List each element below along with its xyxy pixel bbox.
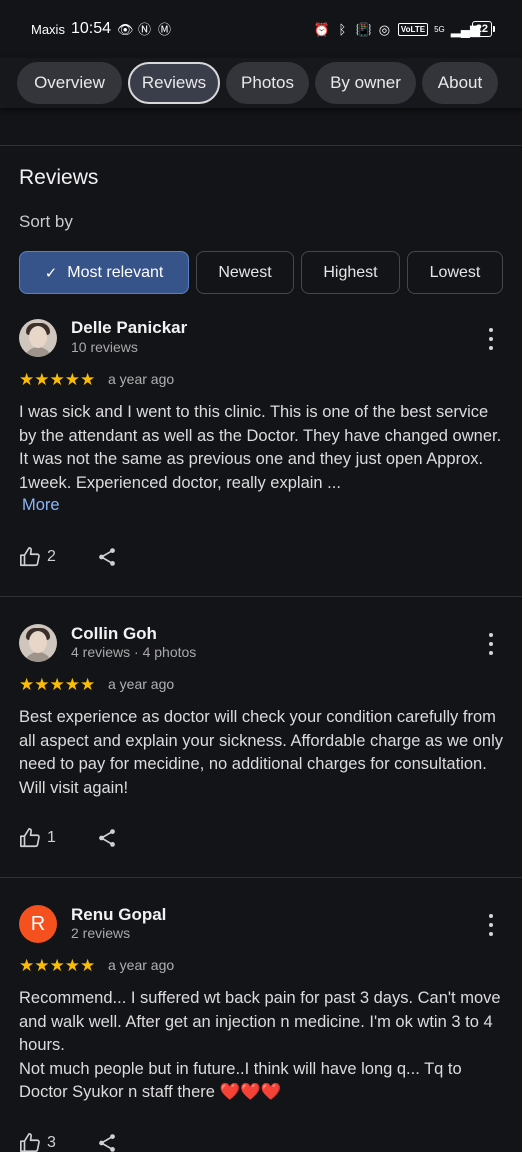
star-rating: ★★★★★: [19, 956, 96, 975]
tab-about[interactable]: About: [422, 62, 498, 104]
tab-reviews[interactable]: Reviews: [128, 62, 220, 104]
clock: 10:54: [70, 20, 111, 37]
reviewer-name[interactable]: Delle Panickar: [71, 318, 187, 338]
thumb-up-icon: [20, 1133, 40, 1152]
thumb-up-icon: [20, 547, 40, 567]
carrier-label: Maxis: [31, 21, 65, 37]
sort-chips: ✓ Most relevant Newest Highest Lowest: [19, 251, 503, 294]
reviewer-meta: 4 reviews · 4 photos: [71, 644, 197, 660]
more-options-icon[interactable]: [486, 914, 496, 936]
more-link[interactable]: More: [22, 496, 60, 515]
heart-emoji: ❤️❤️❤️: [219, 1083, 282, 1102]
signal-icon: ▂▄▆: [450, 21, 480, 37]
nfc-icon: Ⓝ: [137, 21, 151, 37]
sort-by-label: Sort by: [19, 212, 73, 231]
sort-most-relevant-chip[interactable]: ✓ Most relevant: [19, 251, 189, 294]
reviewer-meta: 10 reviews: [71, 339, 138, 355]
network-type: 5G: [434, 24, 445, 34]
tab-by-owner[interactable]: By owner: [315, 62, 416, 104]
check-icon: ✓: [44, 264, 58, 282]
thumb-up-icon: [20, 828, 40, 848]
like-count: 3: [47, 1134, 56, 1151]
review-text: Best experience as doctor will check you…: [19, 708, 503, 797]
sort-highest-chip[interactable]: Highest: [301, 251, 400, 294]
star-rating: ★★★★★: [19, 675, 96, 694]
share-icon[interactable]: [96, 546, 118, 573]
divider: [0, 877, 522, 878]
bluetooth-icon: ᛒ: [338, 21, 347, 37]
avatar[interactable]: [19, 624, 57, 662]
tab-photos[interactable]: Photos: [226, 62, 309, 104]
share-icon[interactable]: [96, 1132, 118, 1152]
divider: [0, 596, 522, 597]
like-button[interactable]: 2: [19, 546, 56, 568]
share-icon[interactable]: [96, 827, 118, 854]
sort-newest-chip[interactable]: Newest: [196, 251, 294, 294]
review-text: I was sick and I went to this clinic. Th…: [19, 403, 502, 492]
hotspot-icon: ◎: [378, 21, 391, 37]
like-button[interactable]: 3: [19, 1132, 56, 1152]
like-count: 1: [47, 829, 56, 846]
star-rating: ★★★★★: [19, 370, 96, 389]
avatar[interactable]: [19, 319, 57, 357]
review-text: Recommend... I suffered wt back pain for…: [19, 987, 509, 1105]
vibrate-icon: 📳: [355, 21, 373, 37]
messenger-icon: Ⓜ: [157, 21, 171, 37]
divider: [0, 145, 522, 146]
more-options-icon[interactable]: [486, 633, 496, 655]
review-date: a year ago: [108, 371, 175, 387]
eye-icon: 👁: [117, 21, 134, 37]
review-date: a year ago: [108, 957, 175, 973]
tab-bar: Overview Reviews Photos By owner About: [0, 58, 522, 108]
battery-indicator: 22: [471, 21, 496, 37]
like-count: 2: [47, 548, 56, 565]
avatar[interactable]: R: [19, 905, 57, 943]
status-bar: Maxis 10:54 👁 Ⓝ Ⓜ ⏰ ᛒ 📳 ◎ VoLTE 5G ▂▄▆ 2…: [0, 0, 522, 58]
sort-lowest-chip[interactable]: Lowest: [407, 251, 503, 294]
more-options-icon[interactable]: [486, 328, 496, 350]
alarm-icon: ⏰: [313, 21, 331, 37]
chip-label: Most relevant: [67, 263, 164, 281]
reviewer-name[interactable]: Collin Goh: [71, 624, 157, 644]
section-title: Reviews: [19, 166, 99, 189]
volte-badge: VoLTE: [397, 22, 429, 36]
like-button[interactable]: 1: [19, 827, 56, 849]
review-date: a year ago: [108, 676, 175, 692]
tab-overview[interactable]: Overview: [17, 62, 122, 104]
reviewer-name[interactable]: Renu Gopal: [71, 905, 166, 925]
reviewer-meta: 2 reviews: [71, 925, 131, 941]
